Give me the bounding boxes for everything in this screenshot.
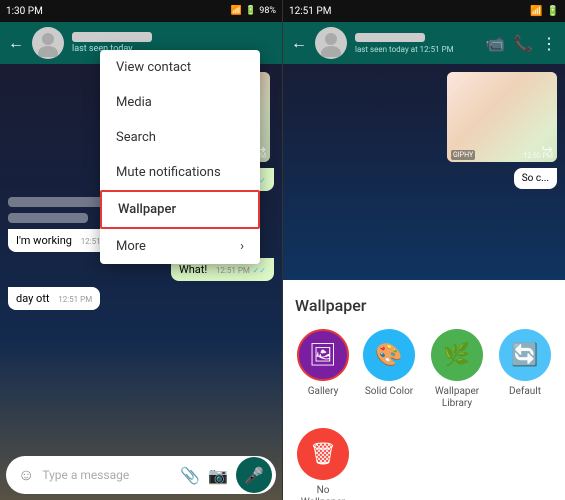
solid-label: Solid Color <box>365 386 413 398</box>
camera-icon[interactable]: 📷 <box>208 466 228 485</box>
wallpaper-option-library[interactable]: 🌿 Wallpaper Library <box>427 329 487 410</box>
status-time-right: 12:51 PM <box>289 6 331 17</box>
input-bar-left: ☺ Type a message 📎 📷 🎤 <box>6 456 276 494</box>
wallpaper-option-solid[interactable]: 🎨 Solid Color <box>361 329 417 398</box>
library-label: Wallpaper Library <box>427 386 487 410</box>
context-menu: View contact Media Search Mute notificat… <box>100 50 260 264</box>
more-options-icon[interactable]: ⋮ <box>541 34 557 53</box>
status-time-left: 1:30 PM <box>6 6 43 17</box>
giphy-label-right: GIPHY <box>451 150 475 160</box>
status-bar-left: 1:30 PM 📶 🔋 98% <box>0 0 282 22</box>
status-icons-right: 📶 🔋 <box>530 6 559 17</box>
wallpaper-option-none[interactable]: 🗑 No Wallpaper <box>295 428 351 500</box>
right-panel: 12:51 PM 📶 🔋 ← last seen today at 12:51 … <box>282 0 565 500</box>
no-wallpaper-icon: 🗑 <box>309 442 337 467</box>
avatar-right <box>315 27 347 59</box>
right-msg-1: So c... <box>514 168 557 189</box>
video-call-icon[interactable]: 📹 <box>485 34 505 53</box>
solid-color-icon: 🎨 <box>375 343 402 368</box>
gallery-icon-circle: 🖼 <box>297 329 349 381</box>
menu-wallpaper[interactable]: Wallpaper <box>100 190 260 229</box>
msg-day-ott: day ott 12:51 PM <box>8 287 100 310</box>
wallpaper-title: Wallpaper <box>295 296 553 315</box>
emoji-icon[interactable]: ☺ <box>18 465 34 485</box>
mic-button[interactable]: 🎤 <box>236 457 272 493</box>
menu-search[interactable]: Search <box>100 120 260 155</box>
menu-more[interactable]: More › <box>100 229 260 264</box>
back-button-left[interactable]: ← <box>8 33 24 53</box>
header-info-right: last seen today at 12:51 PM <box>355 33 477 54</box>
library-icon-circle: 🌿 <box>431 329 483 381</box>
menu-media[interactable]: Media <box>100 85 260 120</box>
wallpaper-option-default[interactable]: 🔄 Default <box>497 329 553 398</box>
message-input[interactable]: Type a message <box>42 468 172 482</box>
phone-icon[interactable]: 📞 <box>513 34 533 53</box>
wallpaper-option-gallery[interactable]: 🖼 Gallery <box>295 329 351 398</box>
solid-icon-circle: 🎨 <box>363 329 415 381</box>
status-bar-right: 12:51 PM 📶 🔋 <box>283 0 565 22</box>
default-icon-circle: 🔄 <box>499 329 551 381</box>
menu-mute[interactable]: Mute notifications <box>100 155 260 190</box>
default-icon: 🔄 <box>511 343 538 368</box>
menu-view-contact[interactable]: View contact <box>100 50 260 85</box>
no-wallpaper-label: No Wallpaper <box>295 485 351 500</box>
media-thumb-right: GIPHY 12:50 PM ↪ <box>447 72 557 162</box>
gallery-label: Gallery <box>308 386 339 398</box>
library-icon: 🌿 <box>443 343 470 368</box>
avatar-left <box>32 27 64 59</box>
default-label: Default <box>509 386 541 398</box>
contact-name-left <box>72 32 152 42</box>
no-wallpaper-icon-circle: 🗑 <box>297 428 349 480</box>
back-button-right[interactable]: ← <box>291 33 307 53</box>
left-panel: 1:30 PM 📶 🔋 98% ← last seen today GIPHY … <box>0 0 282 500</box>
chat-content-right: GIPHY 12:50 PM ↪ So c... <box>283 64 565 224</box>
status-icons-left: 📶 🔋 98% <box>231 6 276 16</box>
gallery-icon: 🖼 <box>309 343 337 368</box>
blurred-msg-2 <box>8 213 88 223</box>
header-icons-right: 📹 📞 ⋮ <box>485 34 557 53</box>
chevron-right-icon: › <box>240 239 244 254</box>
wallpaper-sheet: Wallpaper 🖼 Gallery 🎨 Solid Color 🌿 <box>283 280 565 500</box>
chat-header-right: ← last seen today at 12:51 PM 📹 📞 ⋮ <box>283 22 565 64</box>
wallpaper-options: 🖼 Gallery 🎨 Solid Color 🌿 Wallpaper Libr… <box>295 329 553 500</box>
attach-icon[interactable]: 📎 <box>180 466 200 485</box>
forward-icon-right[interactable]: ↪ <box>541 142 553 158</box>
